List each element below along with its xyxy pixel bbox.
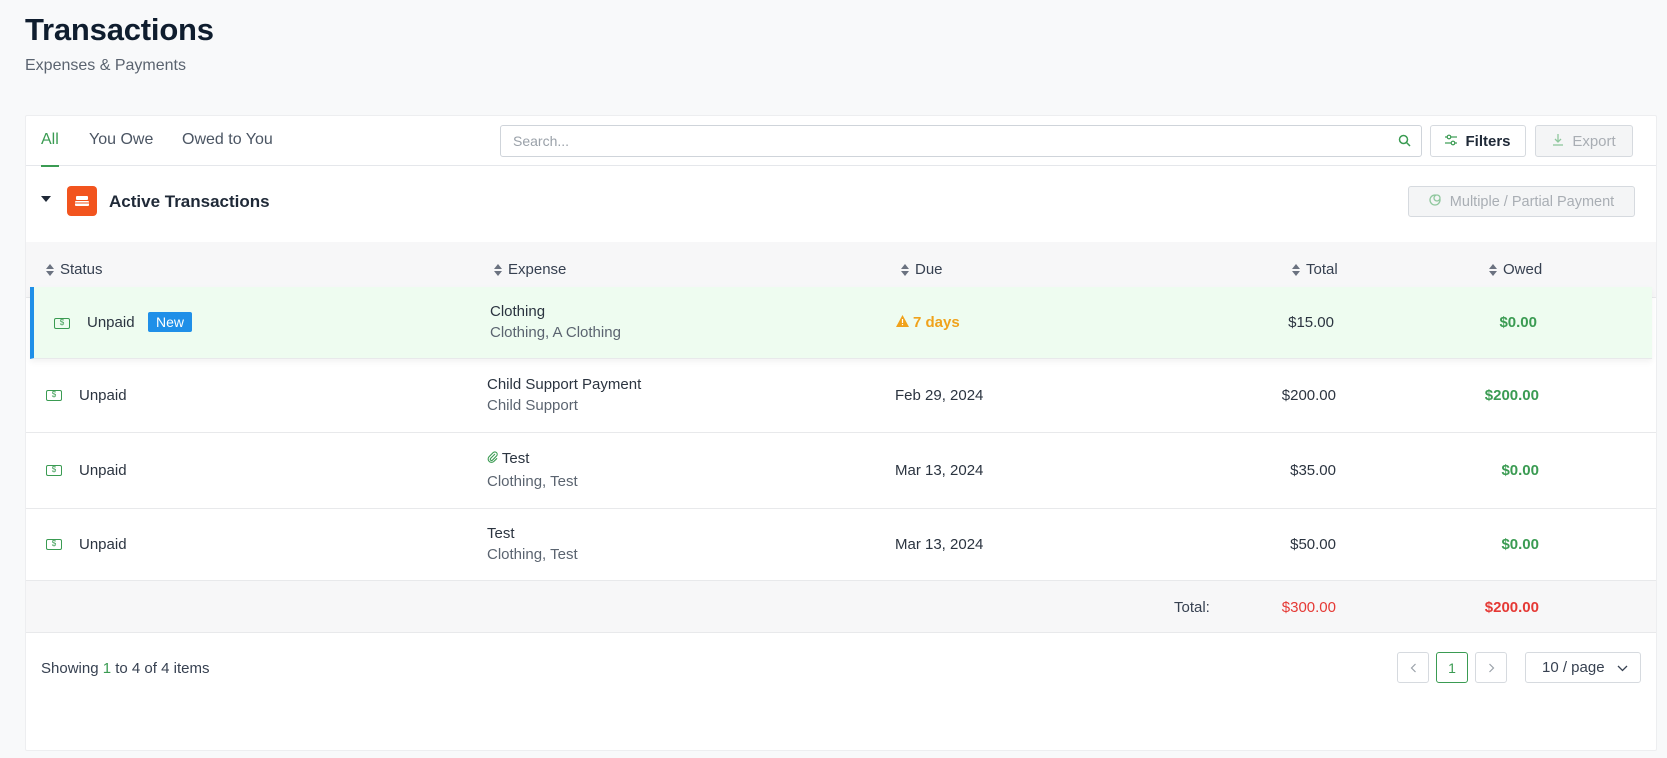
coins-icon [1429, 193, 1442, 210]
total-cell: $35.00 [1290, 462, 1336, 479]
sort-icon [1292, 264, 1300, 276]
total-cell: $15.00 [1288, 314, 1334, 331]
expense-cell: Child Support Payment Child Support [487, 376, 641, 414]
multiple-partial-payment-label: Multiple / Partial Payment [1449, 193, 1615, 210]
export-label: Export [1572, 132, 1616, 150]
expense-title-wrap: Test [487, 450, 578, 467]
expense-title: Test [501, 450, 530, 467]
tab-owed-to-you[interactable]: Owed to You [182, 116, 273, 166]
expense-subtitle: Clothing, A Clothing [490, 324, 621, 341]
filters-button[interactable]: Filters [1430, 125, 1526, 157]
table-row[interactable]: $ Unpaid Test Clothing, Test Mar 13, 202… [26, 433, 1656, 509]
totals-total: $300.00 [1281, 599, 1336, 616]
table-row[interactable]: $ Unpaid Test Clothing, Test Mar 13, 202… [26, 509, 1656, 581]
sort-icon [494, 264, 502, 276]
showing-rest: to 4 of 4 items [115, 660, 210, 677]
chevron-right-icon [1488, 660, 1495, 676]
section-title: Active Transactions [109, 192, 270, 211]
due-cell: Feb 29, 2024 [895, 387, 984, 404]
new-badge: New [148, 312, 193, 332]
sort-icon [901, 264, 909, 276]
money-icon: $ [46, 465, 62, 476]
expense-subtitle: Clothing, Test [487, 473, 578, 490]
expense-title: Child Support Payment [487, 376, 642, 393]
page-title: Transactions [25, 12, 214, 47]
expense-title: Test [487, 525, 515, 542]
page-size-select[interactable]: 10 / page [1525, 652, 1641, 683]
due-cell: 7 days [896, 314, 960, 331]
showing-from: 1 [102, 660, 112, 677]
due-text: 7 days [913, 314, 960, 331]
money-icon: $ [46, 390, 62, 401]
showing-prefix: Showing [41, 660, 99, 677]
transactions-card: All You Owe Owed to You Filters Export [25, 115, 1657, 751]
totals-label: Total: [1174, 599, 1210, 616]
expense-cell: Clothing Clothing, A Clothing [490, 303, 621, 341]
status-text: Unpaid [79, 536, 127, 553]
table-row[interactable]: $ Unpaid New Clothing Clothing, A Clothi… [30, 287, 1652, 359]
totals-row: Total: $300.00 $200.00 [26, 581, 1656, 633]
warning-icon [896, 314, 909, 331]
showing-summary: Showing 1 to 4 of 4 items [41, 660, 209, 677]
tab-you-owe[interactable]: You Owe [89, 116, 153, 166]
chevron-left-icon [1410, 660, 1417, 676]
expense-cell: Test Clothing, Test [487, 525, 578, 563]
owed-cell: $0.00 [1501, 536, 1539, 553]
page-button-1[interactable]: 1 [1436, 652, 1468, 683]
expense-cell: Test Clothing, Test [487, 450, 578, 490]
total-cell: $50.00 [1290, 536, 1336, 553]
table-footer: Showing 1 to 4 of 4 items 1 10 / page [26, 633, 1656, 699]
sort-icon [46, 264, 54, 276]
page-header: Transactions Expenses & Payments [25, 12, 214, 75]
search-icon[interactable] [1398, 134, 1411, 152]
expense-title: Clothing [490, 303, 546, 320]
next-page-button[interactable] [1475, 652, 1507, 683]
totals-owed: $200.00 [1484, 599, 1539, 616]
money-icon: $ [54, 318, 70, 329]
due-cell: Mar 13, 2024 [895, 536, 984, 553]
total-cell: $200.00 [1281, 387, 1336, 404]
owed-cell: $0.00 [1501, 462, 1539, 479]
multiple-partial-payment-button[interactable]: Multiple / Partial Payment [1408, 186, 1635, 217]
filters-label: Filters [1465, 132, 1511, 150]
table-row[interactable]: $ Unpaid Child Support Payment Child Sup… [26, 359, 1656, 433]
status-text: Unpaid [87, 314, 135, 331]
owed-cell: $200.00 [1484, 387, 1539, 404]
page-size-value: 10 / page [1542, 659, 1605, 676]
status-text: Unpaid [79, 462, 127, 479]
status-text: Unpaid [79, 387, 127, 404]
page-subtitle: Expenses & Payments [25, 57, 186, 74]
tab-all[interactable]: All [41, 116, 59, 167]
export-button[interactable]: Export [1535, 125, 1633, 157]
search-input[interactable] [501, 126, 1381, 156]
toolbar: All You Owe Owed to You Filters Export [26, 116, 1656, 167]
chevron-down-icon [1617, 659, 1628, 676]
cards-icon [67, 186, 97, 216]
money-icon: $ [46, 539, 62, 550]
expense-subtitle: Clothing, Test [487, 546, 578, 563]
collapse-caret-icon[interactable] [41, 196, 51, 202]
sliders-icon [1445, 133, 1458, 150]
sort-icon [1489, 264, 1497, 276]
prev-page-button[interactable] [1397, 652, 1429, 683]
due-cell: Mar 13, 2024 [895, 462, 984, 479]
owed-cell: $0.00 [1499, 314, 1537, 331]
search-box [500, 125, 1422, 157]
paperclip-icon [487, 450, 502, 467]
expense-subtitle: Child Support [487, 397, 578, 414]
section-header: Active Transactions Multiple / Partial P… [26, 167, 1656, 242]
download-icon [1552, 133, 1564, 150]
